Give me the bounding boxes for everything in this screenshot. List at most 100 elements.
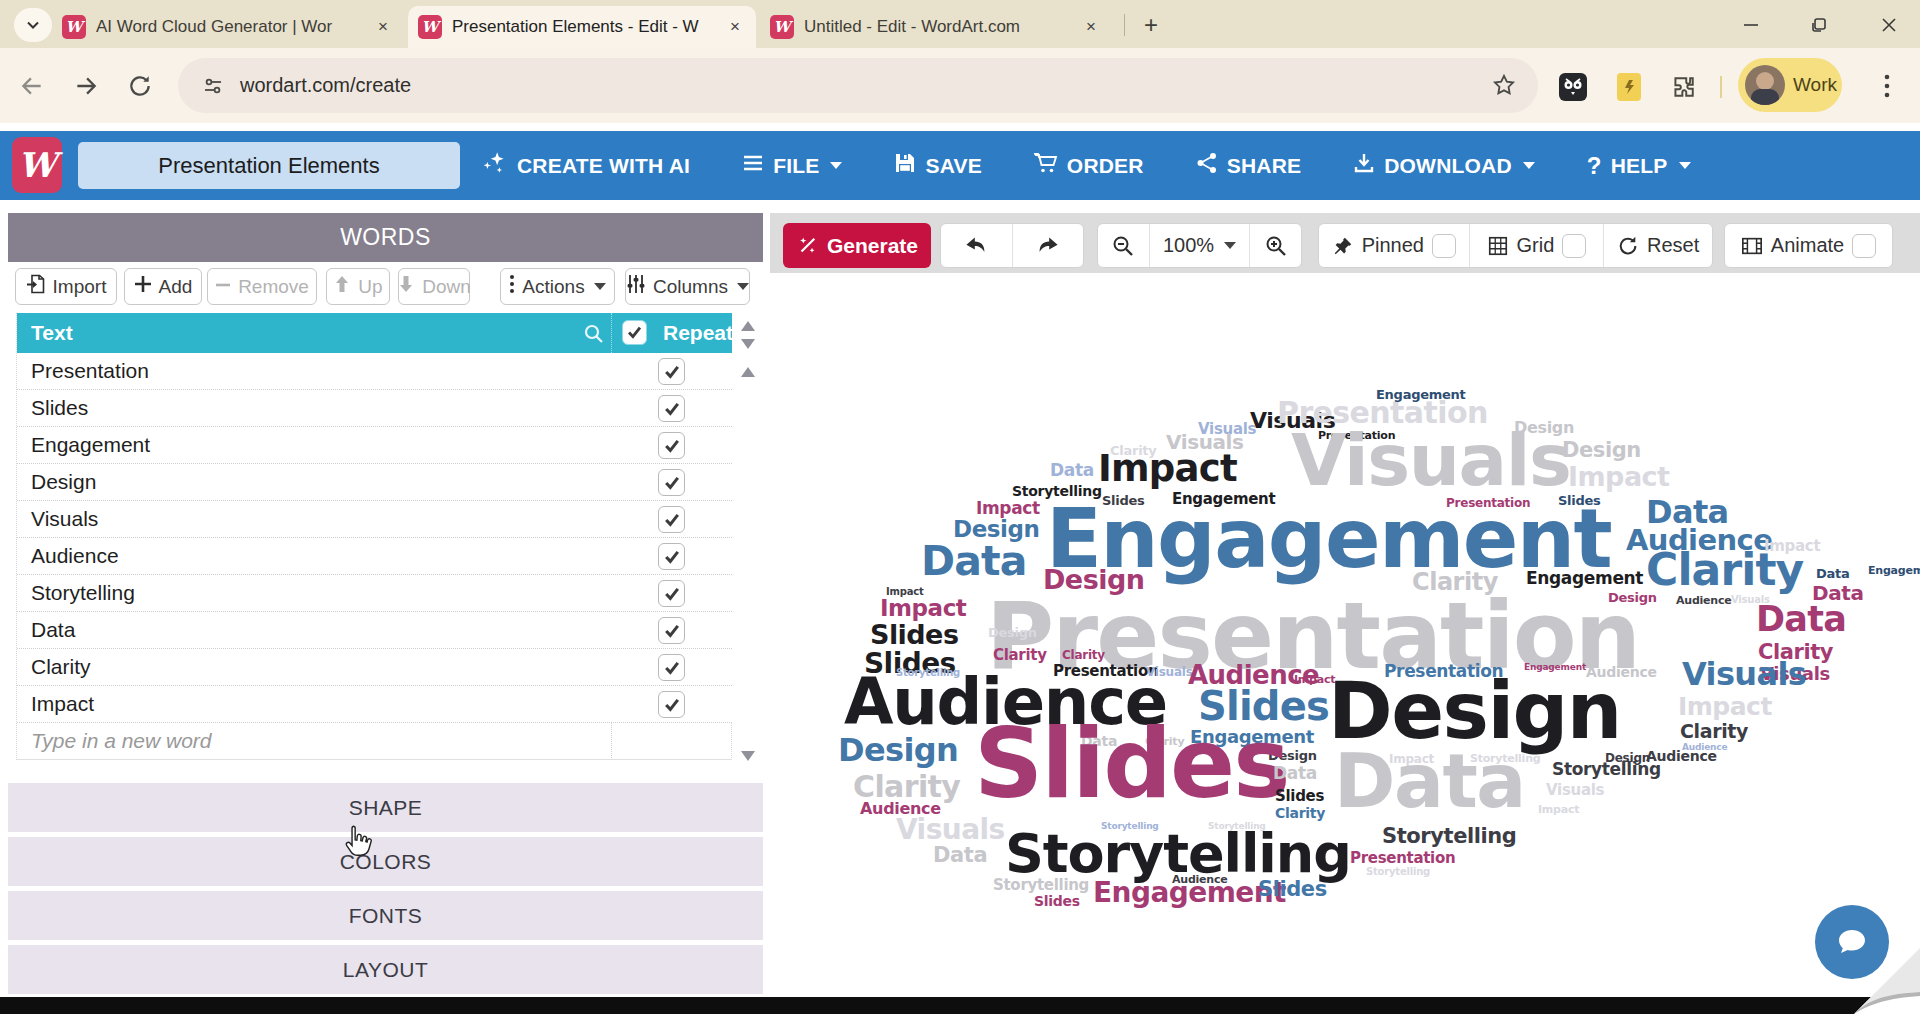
cloud-word[interactable]: Storytelling (896, 668, 960, 678)
cloud-word[interactable]: Clarity (1062, 649, 1105, 661)
address-bar[interactable]: wordart.com/create (178, 58, 1538, 113)
cloud-word[interactable]: Storytelling (1208, 822, 1266, 831)
cloud-word[interactable]: Visuals (1682, 658, 1806, 690)
section-layout[interactable]: LAYOUT (8, 945, 763, 994)
cloud-word[interactable]: Audience (1626, 526, 1772, 555)
grid-toggle[interactable]: Grid (1470, 224, 1604, 267)
cloud-word[interactable]: Data (1050, 462, 1094, 479)
cloud-word[interactable]: Engagement (1046, 498, 1611, 580)
redo-button[interactable] (1013, 224, 1084, 267)
import-button[interactable]: Import (15, 268, 117, 305)
cloud-word[interactable]: Impact (1294, 674, 1335, 685)
cloud-word[interactable]: Slides (974, 716, 1288, 812)
cloud-word[interactable]: Visuals (1731, 595, 1770, 605)
cloud-word[interactable]: Audience (1682, 743, 1727, 752)
tab-close-icon[interactable]: × (1080, 16, 1102, 38)
up-button[interactable]: Up (326, 268, 390, 305)
cloud-word[interactable]: Slides (864, 650, 956, 678)
cloud-word[interactable]: Clarity (1110, 444, 1157, 457)
cloud-word[interactable]: Slides (1102, 494, 1145, 507)
cloud-word[interactable]: Visuals (1166, 432, 1244, 452)
section-fonts[interactable]: FONTS (8, 891, 763, 940)
word-text[interactable]: Engagement (31, 433, 150, 457)
cloud-word[interactable]: Data (1646, 496, 1729, 528)
word-row[interactable]: Visuals (17, 501, 732, 538)
word-row[interactable]: Slides (17, 390, 732, 427)
browser-tab[interactable]: WUntitled - Edit - WordArt.com× (760, 6, 1112, 48)
extension-owl-icon[interactable] (1558, 72, 1588, 102)
cloud-word[interactable]: Clarity (1275, 806, 1325, 820)
down-button[interactable]: Down (398, 268, 470, 305)
menu-share[interactable]: SHARE (1196, 152, 1302, 179)
cloud-word[interactable]: Design (988, 626, 1037, 639)
cloud-word[interactable]: Design (1268, 749, 1317, 762)
extensions-puzzle-icon[interactable] (1668, 72, 1698, 102)
columns-button[interactable]: Columns (625, 268, 750, 305)
cloud-word[interactable]: Clarity (1412, 570, 1498, 594)
repeat-checkbox[interactable] (658, 395, 685, 422)
text-column-header[interactable]: Text (31, 321, 73, 345)
cloud-word[interactable]: Impact (1098, 450, 1237, 487)
cloud-word[interactable]: Storytelling (993, 878, 1089, 893)
cloud-word[interactable]: Storytelling (1470, 753, 1540, 764)
new-tab-button[interactable]: + (1136, 10, 1166, 40)
cloud-word[interactable]: Data (1756, 602, 1846, 637)
cloud-word[interactable]: Clarity (853, 772, 960, 802)
cloud-word[interactable]: Visuals (896, 816, 1005, 844)
repeat-checkbox[interactable] (658, 358, 685, 385)
animate-checkbox[interactable] (1852, 234, 1876, 258)
tab-search-button[interactable] (14, 8, 52, 42)
browser-tab[interactable]: WAI Word Cloud Generator | Wor× (52, 6, 404, 48)
word-row[interactable]: Impact (17, 686, 732, 723)
menu-save[interactable]: SAVE (894, 152, 981, 179)
menu-file[interactable]: FILE (742, 152, 842, 179)
cloud-word[interactable]: Clarity (1145, 736, 1184, 747)
cloud-word[interactable]: Engagement (1093, 879, 1286, 907)
cloud-word[interactable]: Data (1812, 583, 1864, 603)
cloud-word[interactable]: Slides (870, 621, 958, 648)
word-text[interactable]: Presentation (31, 359, 149, 383)
section-colors[interactable]: COLORS (8, 837, 763, 886)
table-scrollbar[interactable] (738, 313, 760, 760)
cloud-word[interactable]: Impact (1764, 539, 1820, 554)
zoom-in-button[interactable] (1250, 224, 1301, 267)
cloud-word[interactable]: Slides (1558, 494, 1601, 507)
cloud-word[interactable]: Audience (1172, 874, 1228, 885)
cloud-word[interactable]: Impact (1538, 804, 1579, 815)
cloud-word[interactable]: Visuals (1250, 410, 1335, 432)
menu-order[interactable]: ORDER (1034, 152, 1144, 179)
cloud-word[interactable]: Presentation (1053, 664, 1158, 679)
back-button[interactable] (16, 70, 48, 102)
document-title-button[interactable]: Presentation Elements (78, 142, 460, 189)
animate-toggle[interactable]: Animate (1725, 224, 1892, 267)
generate-button[interactable]: Generate (783, 223, 931, 268)
cloud-word[interactable]: Clarity (1680, 722, 1748, 741)
cloud-word[interactable]: Engagement (1868, 565, 1920, 576)
cloud-word[interactable]: Impact (880, 597, 966, 620)
repeat-checkbox[interactable] (658, 506, 685, 533)
cloud-word[interactable]: Presentation (1318, 430, 1395, 441)
browser-menu-button[interactable] (1872, 70, 1902, 102)
cloud-word[interactable]: Visuals (1760, 665, 1830, 683)
word-text[interactable]: Visuals (31, 507, 98, 531)
repeat-checkbox[interactable] (658, 432, 685, 459)
cloud-word[interactable]: Design (838, 734, 958, 766)
cloud-word[interactable]: Presentation (1277, 398, 1488, 428)
bookmark-star-icon[interactable] (1488, 69, 1520, 101)
remove-button[interactable]: Remove (207, 268, 317, 305)
cloud-word[interactable]: Engagement (1524, 663, 1586, 672)
repeat-checkbox[interactable] (658, 691, 685, 718)
word-text[interactable]: Data (31, 618, 75, 642)
cloud-word[interactable]: Slides (1034, 894, 1080, 908)
new-word-input[interactable]: Type in a new word (31, 729, 212, 753)
search-icon[interactable] (582, 322, 606, 350)
zoom-level-dropdown[interactable]: 100% (1150, 224, 1250, 267)
repeat-checkbox[interactable] (658, 543, 685, 570)
words-panel-header[interactable]: WORDS (8, 213, 763, 262)
cloud-word[interactable]: Slides (1258, 879, 1327, 900)
reload-button[interactable] (124, 70, 156, 102)
cloud-word[interactable]: Audience (1676, 595, 1732, 606)
cloud-word[interactable]: Data (1816, 567, 1850, 580)
window-maximize-button[interactable] (1806, 12, 1832, 38)
zoom-out-button[interactable] (1098, 224, 1149, 267)
